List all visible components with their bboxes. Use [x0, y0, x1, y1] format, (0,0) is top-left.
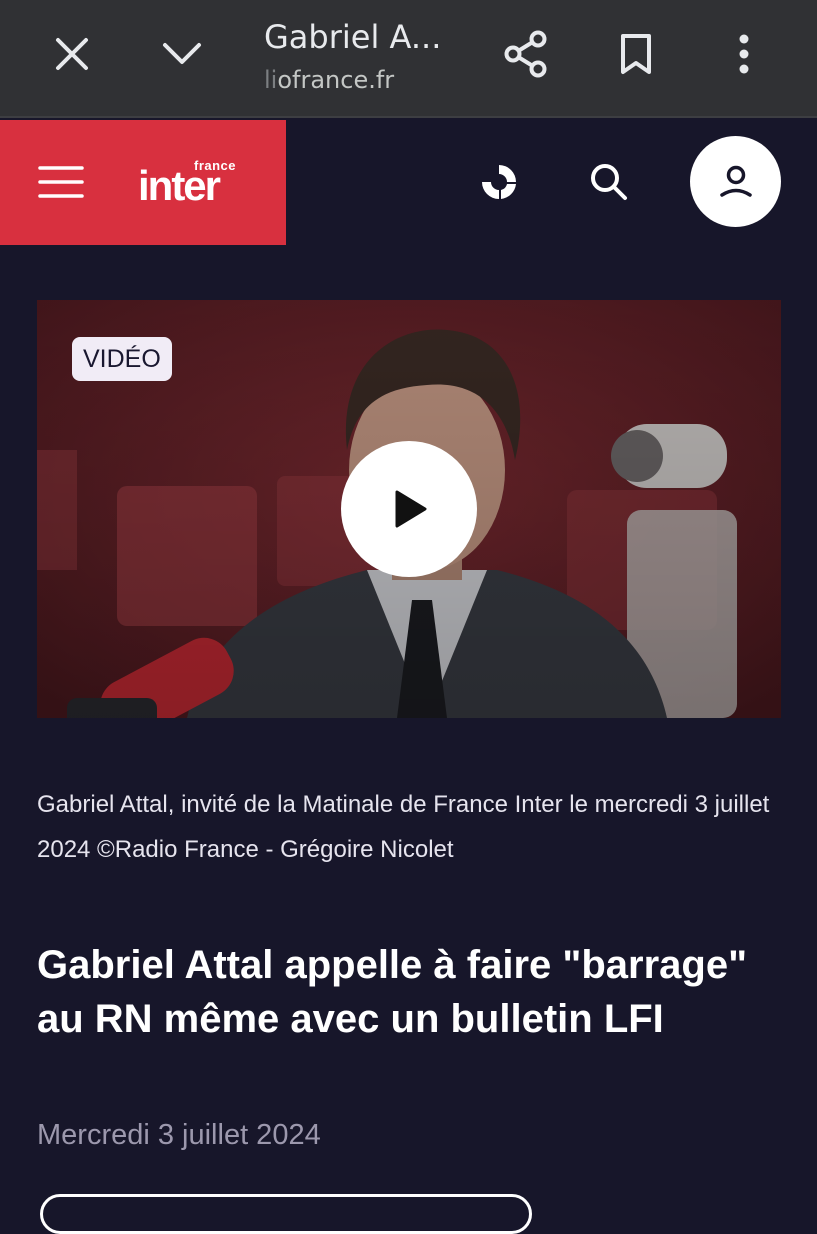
site-header: france inter	[0, 120, 817, 245]
url-domain: ofrance.fr	[277, 66, 395, 94]
article-date: Mercredi 3 juillet 2024	[37, 1119, 321, 1151]
radio-live-icon[interactable]	[469, 152, 529, 212]
close-icon[interactable]	[40, 22, 104, 86]
image-caption: Gabriel Attal, invité de la Matinale de …	[37, 791, 770, 863]
logo-big-text: inter	[138, 162, 221, 209]
search-icon[interactable]	[579, 152, 639, 212]
video-player[interactable]: VIDÉO	[37, 300, 781, 718]
bookmark-icon[interactable]	[604, 22, 668, 86]
browser-toolbar: Gabriel A... liofrance.fr	[0, 0, 817, 118]
share-icon[interactable]	[494, 22, 558, 86]
play-button[interactable]	[341, 441, 477, 577]
bottom-button[interactable]	[40, 1194, 532, 1234]
menu-icon[interactable]	[36, 160, 86, 204]
video-badge: VIDÉO	[72, 337, 172, 381]
brand-block: france inter	[0, 120, 286, 245]
account-icon	[719, 165, 752, 197]
url-faded: li	[264, 66, 278, 94]
more-vert-icon[interactable]	[712, 22, 776, 86]
article-headline: Gabriel Attal appelle à faire "barrage" …	[37, 943, 748, 1041]
chevron-down-icon[interactable]	[150, 22, 214, 86]
play-icon	[395, 490, 427, 528]
account-button[interactable]	[690, 136, 781, 227]
page-url: liofrance.fr	[264, 66, 394, 94]
page-title: Gabriel A...	[264, 18, 442, 56]
